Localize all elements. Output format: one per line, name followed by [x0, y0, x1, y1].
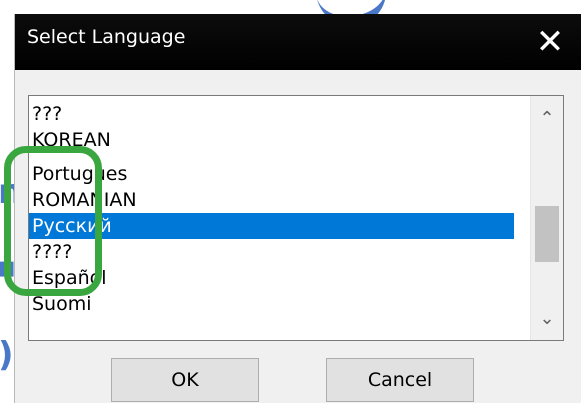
annotation-highlight-box — [4, 146, 102, 296]
list-item[interactable]: KOREAN — [29, 127, 514, 153]
title-bar: Select Language ✕ — [15, 14, 581, 70]
language-listbox[interactable]: ??? KOREAN Portugues ROMANIAN Русский ??… — [28, 95, 564, 341]
list-item[interactable]: Suomi — [29, 291, 514, 317]
list-item-obscured — [29, 153, 514, 161]
scroll-thumb[interactable] — [535, 206, 559, 262]
close-icon[interactable]: ✕ — [530, 22, 570, 62]
dialog-title: Select Language — [27, 26, 186, 48]
scroll-down-arrow-icon[interactable]: ⌄ — [531, 300, 563, 336]
list-item[interactable]: ??? — [29, 101, 514, 127]
ok-button[interactable]: OK — [111, 358, 259, 402]
scroll-up-arrow-icon[interactable]: ⌃ — [531, 100, 563, 136]
cancel-button[interactable]: Cancel — [326, 358, 474, 402]
background-decoration: ) — [0, 335, 14, 375]
vertical-scrollbar[interactable]: ⌃ ⌄ — [530, 96, 563, 340]
